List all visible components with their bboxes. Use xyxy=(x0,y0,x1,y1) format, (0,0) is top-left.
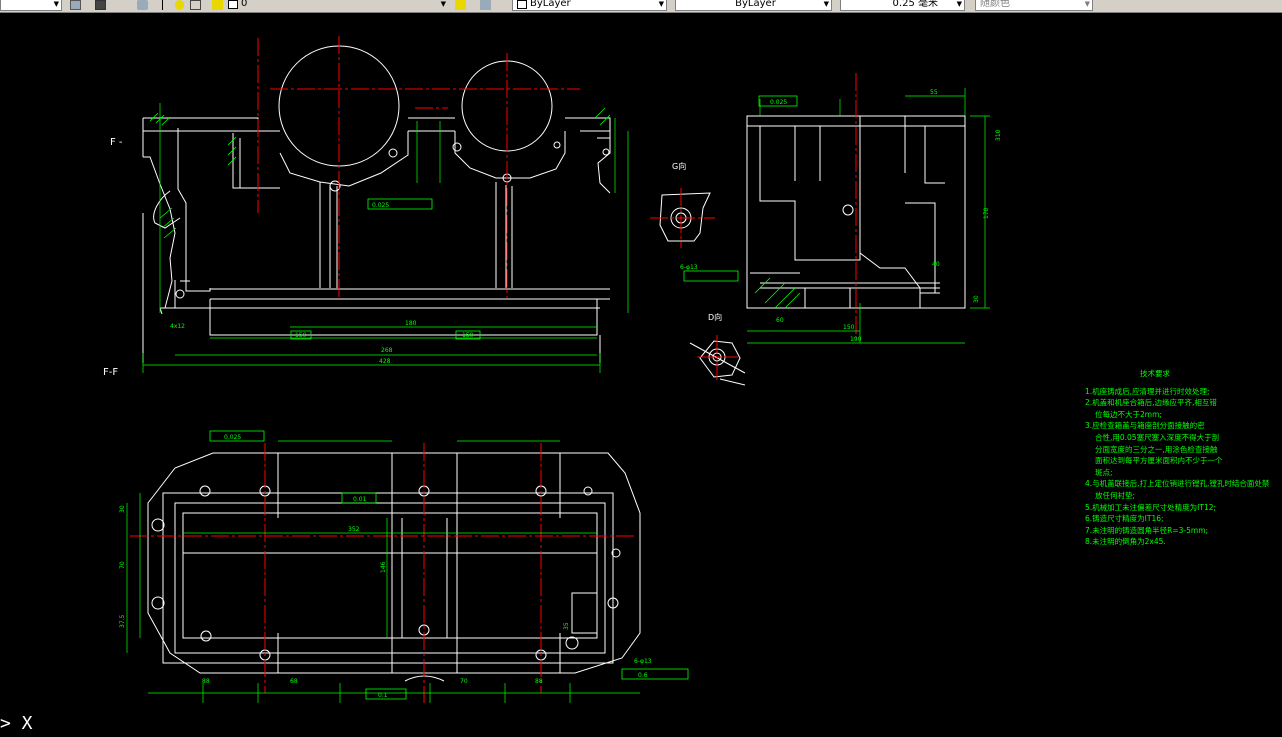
dim-top-7: 70 xyxy=(119,561,126,569)
dim-front-4: 428 xyxy=(379,358,391,365)
sun-icon[interactable] xyxy=(175,0,184,10)
tech-item: 位每边不大于2mm; xyxy=(1095,409,1162,419)
tech-item: 4.与机盖联接后,打上定位销进行镗孔,镗孔时结合面处禁 xyxy=(1085,479,1270,489)
view-g-label: G向 xyxy=(672,161,686,171)
tech-item: 合性,用0.05塞尺塞入深度不得大于剖 xyxy=(1095,432,1220,442)
dim-side-1: 60 xyxy=(776,317,784,324)
dim-top-3: 68 xyxy=(290,678,298,685)
dim-top-6: 30 xyxy=(119,505,126,513)
bulb-icon[interactable] xyxy=(162,0,173,10)
tech-item: 分面宽度的三分之一,用涂色检查接触 xyxy=(1095,444,1218,454)
dim-top-0: 352 xyxy=(348,526,360,533)
layer-prev-icon[interactable] xyxy=(95,0,106,10)
top-view xyxy=(147,452,641,682)
layer-state-combo[interactable]: ▼ xyxy=(0,0,62,11)
layer-previous-icon[interactable] xyxy=(480,0,491,10)
dim-side-5: 170 xyxy=(983,207,990,219)
tech-item: 1.机座铸成后,应清理并进行时效处理; xyxy=(1085,386,1210,396)
technical-requirements: 技术要求 1.机座铸成后,应清理并进行时效处理; 2.机盖和机座合箱后,边缘应平… xyxy=(1085,368,1275,548)
chevron-down-icon: ▼ xyxy=(658,0,664,8)
dim-side-0: 55 xyxy=(930,89,938,96)
color-combo[interactable]: ByLayer ▼ xyxy=(512,0,667,11)
dim-top-8: 37.5 xyxy=(119,614,126,628)
ucs-icon: > X xyxy=(0,713,33,734)
chevron-down-icon: ▼ xyxy=(1084,0,1090,8)
front-section-label: F - xyxy=(110,137,123,148)
layer-stack-icon[interactable] xyxy=(137,0,148,10)
view-g xyxy=(659,192,711,242)
dim-top-9: 35 xyxy=(563,622,570,630)
tolerance-text-2: 0.025 xyxy=(770,99,787,106)
dim-top-1: 146 xyxy=(380,561,387,573)
dim-top-5: 88 xyxy=(535,678,543,685)
dim-side-3: 190 xyxy=(850,336,862,343)
lineweight-combo-value: 0.25 毫米 xyxy=(892,0,938,9)
linetype-combo-value: ByLayer xyxy=(735,0,776,9)
dim-top-4: 70 xyxy=(460,678,468,685)
tech-item: 5.机械加工未注偏差尺寸处精度为IT12; xyxy=(1085,502,1217,512)
tech-item: 8.未注明的倒角为2x45. xyxy=(1085,537,1166,547)
tech-item: 3.应检查箱盖与箱座剖分面接触的密 xyxy=(1085,421,1205,431)
dim-side-2: 150 xyxy=(843,324,855,331)
dim-front-3: 268 xyxy=(381,347,393,354)
tech-item: 6.铸造尺寸精度为IT16; xyxy=(1085,514,1164,524)
layer-combo-value: 0 xyxy=(241,0,248,9)
view-d-label: D向 xyxy=(708,312,722,322)
dim-side-7: 40 xyxy=(932,261,940,268)
hole-note-2: 6-φ13 xyxy=(634,658,652,665)
plotstyle-combo[interactable]: 随颜色 ▼ xyxy=(975,0,1093,11)
tolerance-text-1: 0.025 xyxy=(372,202,389,209)
drawing-canvas[interactable]: F - F-F G向 D向 0.025 0.025 0.01 0.1 0.6 0… xyxy=(0,13,1282,737)
linetype-combo[interactable]: ByLayer ▼ xyxy=(675,0,832,11)
drawing-labels: F - F-F G向 D向 0.025 0.025 0.01 0.1 0.6 0… xyxy=(103,89,1002,699)
chevron-down-icon: ▼ xyxy=(956,0,962,8)
tech-item: 放任何衬垫; xyxy=(1095,490,1136,500)
dim-top-2: 88 xyxy=(202,678,210,685)
tolerance-text-4: 0.1 xyxy=(378,692,388,699)
tolerance-text-6: 0.025 xyxy=(224,434,241,441)
section-ff-label: F-F xyxy=(103,367,118,378)
tech-item: 斑点; xyxy=(1095,467,1113,477)
hole-note-1: 6-φ13 xyxy=(680,264,698,271)
tech-item: 2.机盖和机座合箱后,边缘应平齐,相互错 xyxy=(1085,398,1217,408)
lineweight-combo[interactable]: 0.25 毫米 ▼ xyxy=(840,0,965,11)
tech-title: 技术要求 xyxy=(1140,369,1170,378)
properties-toolbar: ▼ 0 ▼ ByLayer ▼ ByLayer ▼ 0.25 毫米 ▼ 随颜色 … xyxy=(0,0,1282,13)
chevron-down-icon: ▼ xyxy=(823,0,829,8)
plotstyle-combo-value: 随颜色 xyxy=(980,0,1010,9)
dim-front-5: 4x12 xyxy=(170,323,185,330)
tech-item: 7.未注明的铸造圆角半径R=3-5mm; xyxy=(1085,525,1209,535)
tolerance-text-5: 0.6 xyxy=(638,672,648,679)
dim-front-1: 150 xyxy=(462,332,474,339)
dimension-lines xyxy=(126,88,990,703)
color-combo-value: ByLayer xyxy=(530,0,571,9)
chevron-down-icon: ▼ xyxy=(53,0,59,8)
dim-side-4: 310 xyxy=(995,129,1002,141)
lock-icon[interactable] xyxy=(190,0,201,10)
chevron-down-icon: ▼ xyxy=(440,0,446,8)
tech-item: 面积达到每平方厘米面积内不少于一个 xyxy=(1095,456,1223,466)
dim-front-2: 180 xyxy=(405,320,417,327)
dim-side-6: 30 xyxy=(973,295,980,303)
layer-combo[interactable]: 0 ▼ xyxy=(228,0,448,11)
layer-props-icon[interactable] xyxy=(70,0,81,10)
plot-icon[interactable] xyxy=(212,0,223,10)
make-current-icon[interactable] xyxy=(455,0,466,10)
tolerance-text-3: 0.01 xyxy=(353,496,367,503)
tolerance-frames xyxy=(209,95,798,700)
dim-front-0: 150 xyxy=(295,332,307,339)
